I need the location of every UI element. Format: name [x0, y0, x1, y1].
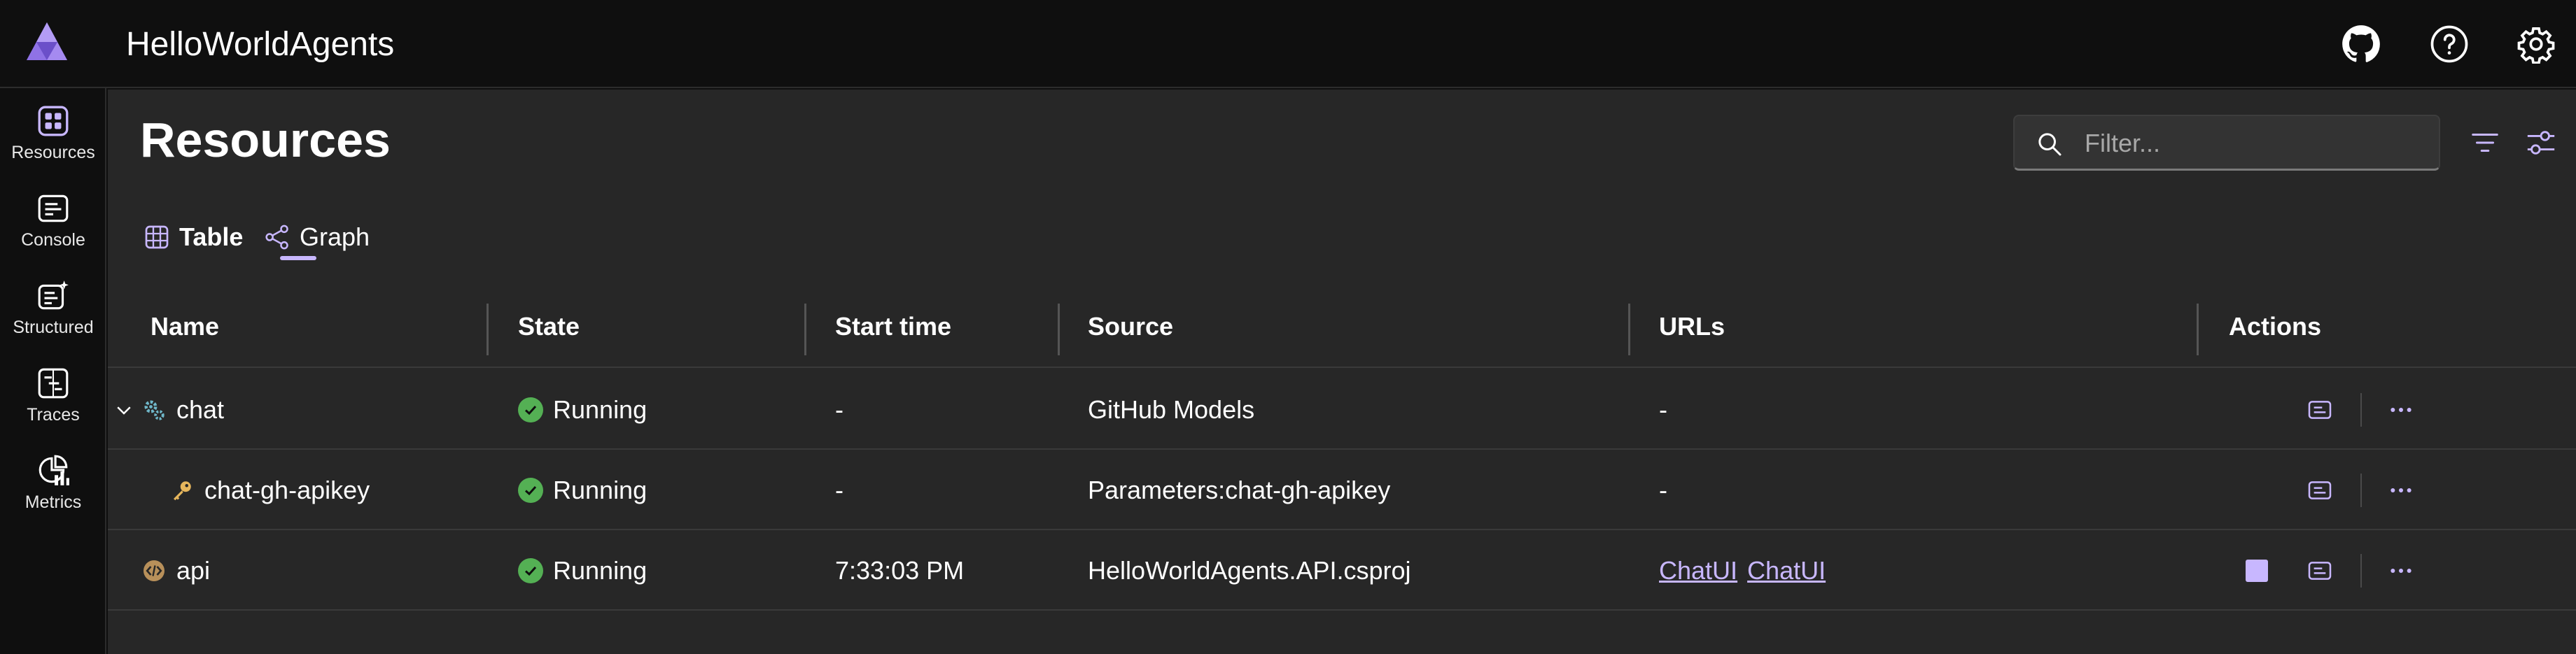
nav-item-resources[interactable]: Resources	[0, 95, 106, 173]
column-header-source[interactable]: Source	[1088, 312, 1173, 341]
more-horizontal-icon	[2390, 407, 2412, 412]
nav-label-structured: Structured	[13, 318, 94, 337]
top-bar: HelloWorldAgents	[0, 0, 2576, 88]
resource-name[interactable]: chat	[176, 369, 224, 450]
table-row[interactable]: chat Running - GitHub Models -	[108, 369, 2576, 450]
console-logs-icon	[2308, 481, 2332, 499]
column-resize-handle[interactable]	[1058, 304, 1060, 355]
app-title: HelloWorldAgents	[126, 26, 395, 63]
main-content: Resources Table Graph Name State Start t…	[108, 90, 2576, 654]
running-check-icon	[518, 557, 543, 583]
filter-input[interactable]	[2085, 126, 2421, 161]
settings-icon[interactable]	[2516, 24, 2556, 64]
table-row[interactable]: api Running 7:33:03 PM HelloWorldAgents.…	[108, 530, 2576, 611]
table-row[interactable]: chat-gh-apikey Running - Parameters:chat…	[108, 450, 2576, 530]
expand-chevron-icon[interactable]	[113, 369, 134, 450]
console-logs-button[interactable]	[2299, 369, 2341, 450]
source: GitHub Models	[1088, 394, 1255, 424]
console-logs-icon	[2308, 400, 2332, 419]
structured-icon	[38, 280, 69, 310]
start-time: 7:33:03 PM	[835, 555, 965, 585]
project-gears-icon	[141, 369, 167, 450]
column-resize-handle[interactable]	[1628, 304, 1630, 355]
console-logs-button[interactable]	[2299, 530, 2341, 611]
endpoint-link[interactable]: ChatUI	[1659, 556, 1737, 585]
more-actions-button[interactable]	[2380, 530, 2422, 611]
start-time: -	[835, 475, 844, 504]
key-icon	[169, 450, 195, 530]
table-icon	[145, 225, 169, 249]
urls: ChatUI ChatUI	[1659, 530, 1835, 611]
source: HelloWorldAgents.API.csproj	[1088, 555, 1411, 585]
nav-label-console: Console	[21, 230, 85, 250]
nav-label-metrics: Metrics	[24, 492, 82, 512]
help-icon[interactable]	[2429, 24, 2470, 64]
actions-divider	[2360, 554, 2362, 588]
left-nav: Resources Console Structured Traces Metr…	[0, 88, 106, 654]
nav-item-traces[interactable]: Traces	[0, 357, 106, 436]
console-icon	[38, 194, 69, 222]
traces-icon	[38, 368, 69, 399]
tab-table-label: Table	[179, 222, 244, 251]
stop-button[interactable]	[2236, 530, 2278, 611]
state-cell: Running	[518, 530, 647, 611]
table-header: Name State Start time Source URLs Action…	[108, 285, 2576, 368]
tab-graph-label: Graph	[300, 222, 370, 251]
tab-graph[interactable]: Graph	[263, 213, 370, 262]
more-horizontal-icon	[2390, 568, 2412, 573]
resource-name[interactable]: chat-gh-apikey	[204, 450, 370, 530]
state-text: Running	[553, 394, 648, 424]
more-actions-button[interactable]	[2380, 450, 2422, 530]
metrics-icon	[38, 455, 69, 485]
endpoint-link[interactable]: ChatUI	[1747, 556, 1826, 585]
actions-divider	[2360, 393, 2362, 427]
search-icon	[2038, 133, 2062, 156]
nav-item-structured[interactable]: Structured	[0, 270, 106, 348]
column-settings-button[interactable]	[2521, 123, 2561, 162]
column-header-actions: Actions	[2229, 312, 2322, 341]
filter-box[interactable]	[2013, 115, 2440, 171]
code-project-icon	[141, 530, 167, 611]
nav-label-resources: Resources	[11, 143, 95, 162]
sliders-icon	[2527, 131, 2555, 155]
nav-item-metrics[interactable]: Metrics	[0, 445, 106, 523]
column-header-state[interactable]: State	[518, 312, 580, 341]
filter-options-button[interactable]	[2465, 123, 2505, 162]
resource-name[interactable]: api	[176, 530, 210, 611]
source: Parameters:chat-gh-apikey	[1088, 475, 1391, 504]
stop-square-icon	[2246, 559, 2268, 582]
console-logs-icon	[2308, 561, 2332, 580]
resources-icon	[38, 106, 69, 136]
nav-item-console[interactable]: Console	[0, 183, 106, 261]
column-resize-handle[interactable]	[2197, 304, 2199, 355]
nav-label-traces: Traces	[27, 405, 80, 425]
column-resize-handle[interactable]	[804, 304, 806, 355]
more-actions-button[interactable]	[2380, 369, 2422, 450]
running-check-icon	[518, 397, 543, 422]
tab-table[interactable]: Table	[143, 213, 243, 262]
github-icon[interactable]	[2341, 24, 2381, 64]
actions-divider	[2360, 474, 2362, 507]
graph-icon	[265, 225, 288, 250]
filter-lines-icon	[2472, 133, 2498, 152]
state-cell: Running	[518, 450, 647, 530]
column-header-name[interactable]: Name	[150, 312, 219, 341]
start-time: -	[835, 394, 844, 424]
console-logs-button[interactable]	[2299, 450, 2341, 530]
running-check-icon	[518, 477, 543, 503]
column-header-start-time[interactable]: Start time	[835, 312, 951, 341]
state-text: Running	[553, 475, 648, 504]
aspire-logo-icon[interactable]	[25, 21, 69, 64]
column-resize-handle[interactable]	[486, 304, 489, 355]
more-horizontal-icon	[2390, 488, 2412, 492]
state-text: Running	[553, 555, 648, 585]
page-title: Resources	[140, 113, 391, 167]
urls: -	[1659, 394, 1667, 424]
urls: -	[1659, 475, 1667, 504]
state-cell: Running	[518, 369, 647, 450]
column-header-urls[interactable]: URLs	[1659, 312, 1725, 341]
